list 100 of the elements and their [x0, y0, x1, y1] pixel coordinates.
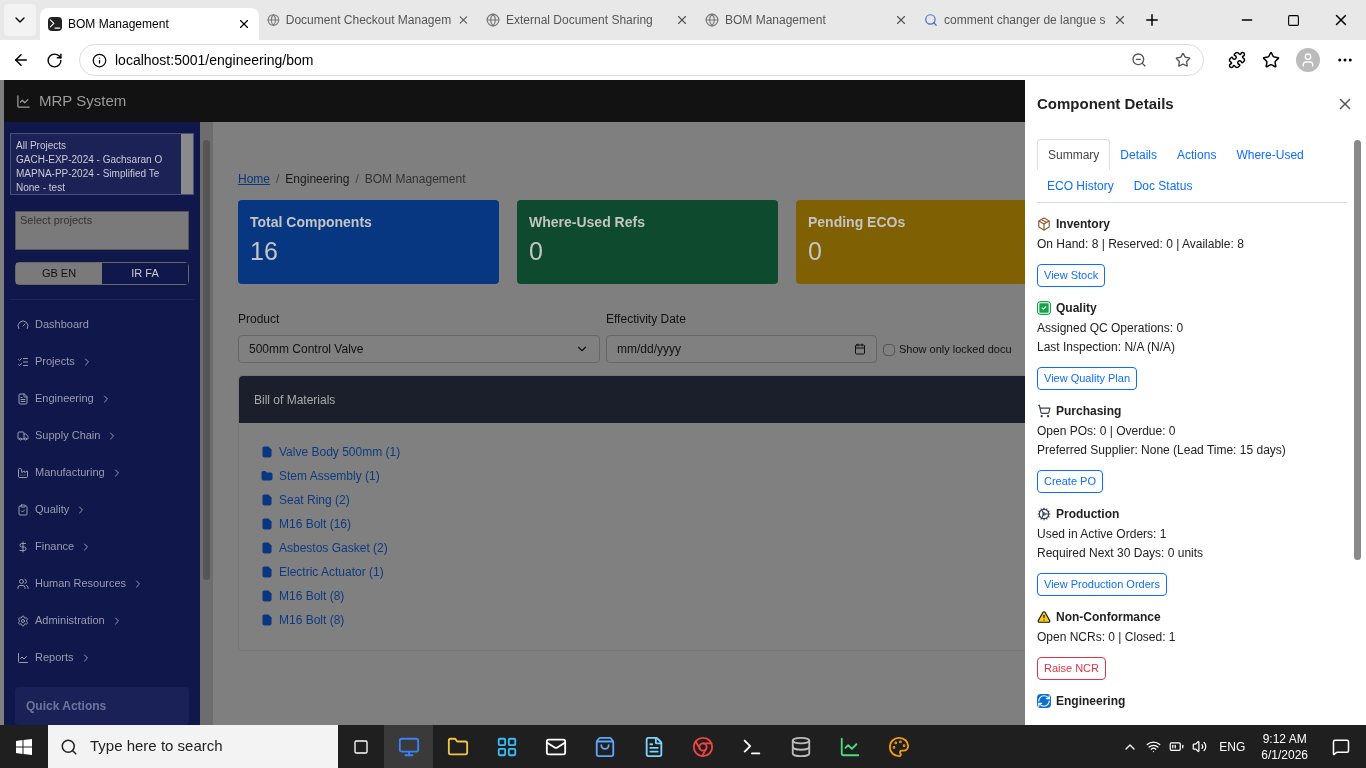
- search-icon: [924, 13, 938, 27]
- close-icon[interactable]: [237, 17, 251, 31]
- taskbar-search-field[interactable]: Type here to search: [48, 725, 338, 768]
- panel-tab[interactable]: Doc Status: [1123, 170, 1203, 201]
- section-text: Open POs: 0 | Overdue: 0: [1037, 424, 1177, 439]
- panel-tab[interactable]: Details: [1110, 139, 1168, 170]
- extensions-icon[interactable]: [1228, 51, 1246, 69]
- browser-icon[interactable]: [397, 735, 420, 758]
- clock-time[interactable]: 9:12 AM: [1262, 730, 1307, 747]
- check-icon: [1037, 301, 1051, 315]
- maximize-icon[interactable]: [1287, 13, 1300, 27]
- nav-item[interactable]: Projects: [15, 350, 189, 373]
- nav-item[interactable]: Supply Chain: [15, 424, 189, 447]
- task-view-icon[interactable]: [353, 738, 369, 755]
- stat-value: 0: [529, 236, 544, 267]
- product-select[interactable]: 500mm Control Valve: [238, 335, 600, 363]
- project-list[interactable]: All Projects GACH-EXP-2024 - Gachsaran O MAPNA-PP-2024 - Simplified Te None - test: [10, 133, 194, 195]
- project-option[interactable]: MAPNA-PP-2024 - Simplified Te: [16, 167, 181, 181]
- nav-item[interactable]: Manufacturing: [15, 461, 189, 484]
- nav-item[interactable]: Administration: [15, 609, 189, 632]
- scrollbar[interactable]: [200, 122, 213, 725]
- close-icon[interactable]: [675, 13, 689, 27]
- globe-icon: [267, 13, 280, 27]
- panel-tab[interactable]: Actions: [1167, 139, 1227, 170]
- browser-tab[interactable]: BOM Management: [40, 8, 259, 40]
- browser-tab[interactable]: BOM Management: [697, 4, 916, 36]
- section-button[interactable]: View Production Orders: [1037, 573, 1167, 596]
- tab-list-button[interactable]: [4, 4, 36, 36]
- network-icon[interactable]: [1146, 739, 1162, 754]
- calendar-icon: [854, 343, 866, 355]
- back-icon[interactable]: [12, 51, 30, 69]
- tile-icon[interactable]: [495, 735, 518, 758]
- browser-tab[interactable]: External Document Sharing: [478, 4, 697, 36]
- file-icon: [261, 541, 273, 554]
- gear-icon: [1037, 507, 1051, 521]
- panel-tab[interactable]: ECO History: [1037, 170, 1124, 201]
- info-icon[interactable]: [92, 52, 107, 68]
- new-tab-icon[interactable]: [1143, 11, 1161, 29]
- stat-title: Total Components: [250, 213, 373, 232]
- store-icon[interactable]: [593, 735, 616, 758]
- nav-item[interactable]: Reports: [15, 646, 189, 669]
- address-bar[interactable]: localhost:5001/engineering/bom: [79, 44, 1204, 76]
- panel-tab[interactable]: Summary: [1037, 139, 1111, 170]
- app-brand[interactable]: MRP System: [39, 89, 127, 113]
- section-text: Last Inspection: N/A (N/A): [1037, 340, 1177, 355]
- section-title: Quality: [1056, 300, 1097, 317]
- star-icon[interactable]: [1175, 52, 1191, 68]
- document-icon: [17, 392, 29, 405]
- section-button[interactable]: View Stock: [1037, 264, 1106, 287]
- breadcrumb-separator: /: [276, 171, 280, 188]
- refresh-icon: [1037, 694, 1051, 708]
- checkbox[interactable]: [883, 343, 895, 356]
- project-search-field[interactable]: Select projects: [15, 210, 189, 250]
- nav-item[interactable]: Finance: [15, 535, 189, 558]
- project-option[interactable]: All Projects: [16, 139, 181, 153]
- section-title: Non-Conformance: [1056, 609, 1161, 626]
- chrome-icon[interactable]: [691, 735, 714, 758]
- nav-item[interactable]: Engineering: [15, 387, 189, 410]
- tab-title: BOM Management: [68, 16, 170, 33]
- reload-icon[interactable]: [46, 51, 63, 69]
- language-toggle[interactable]: GB EN: [16, 262, 102, 284]
- chart-icon: [16, 93, 31, 109]
- nav-item[interactable]: Quality: [15, 498, 189, 521]
- chart-icon[interactable]: [838, 735, 861, 758]
- language-indicator[interactable]: ENG: [1219, 737, 1246, 756]
- file-icon: [261, 613, 273, 626]
- nav-item[interactable]: Dashboard: [15, 313, 189, 336]
- windows-icon[interactable]: [16, 738, 32, 755]
- palette-icon[interactable]: [887, 735, 910, 758]
- close-icon[interactable]: [894, 13, 908, 27]
- tab-title: comment changer de langue s: [944, 12, 1107, 29]
- zoom-out-icon[interactable]: [1131, 52, 1147, 68]
- project-option[interactable]: None - test: [16, 181, 181, 194]
- folder-icon[interactable]: [446, 735, 469, 758]
- date-field[interactable]: mm/dd/yyyy: [606, 335, 877, 363]
- browser-tab[interactable]: comment changer de langue s: [916, 4, 1135, 36]
- section-button[interactable]: Create PO: [1037, 470, 1103, 493]
- section-text: Used in Active Orders: 1: [1037, 527, 1168, 542]
- file-icon: [261, 493, 273, 506]
- section-button[interactable]: Raise NCR: [1037, 657, 1106, 680]
- tab-title: Document Checkout Managem: [285, 12, 452, 29]
- section-button[interactable]: View Quality Plan: [1037, 367, 1137, 390]
- nav-item[interactable]: Human Resources: [15, 572, 189, 595]
- truck-icon: [17, 429, 29, 442]
- favorites-icon[interactable]: [1262, 51, 1280, 69]
- close-icon[interactable]: [1113, 13, 1127, 27]
- dollar-icon: [17, 540, 29, 553]
- browser-tab[interactable]: Document Checkout Managem: [259, 4, 478, 36]
- terminal-icon: [48, 17, 62, 31]
- section-title: Inventory: [1056, 216, 1110, 233]
- notifications-icon[interactable]: [1332, 737, 1350, 756]
- section-text: On Hand: 8 | Reserved: 0 | Available: 8: [1037, 237, 1245, 252]
- panel-tab[interactable]: Where-Used: [1226, 139, 1314, 170]
- clock-date[interactable]: 6/1/2026: [1261, 746, 1308, 763]
- factory-icon: [17, 466, 29, 479]
- battery-icon[interactable]: [1169, 739, 1185, 754]
- volume-icon[interactable]: [1192, 739, 1208, 754]
- project-option[interactable]: GACH-EXP-2024 - Gachsaran O: [16, 153, 181, 167]
- database-icon[interactable]: [789, 735, 812, 758]
- panel-title: Component Details: [1037, 93, 1175, 114]
